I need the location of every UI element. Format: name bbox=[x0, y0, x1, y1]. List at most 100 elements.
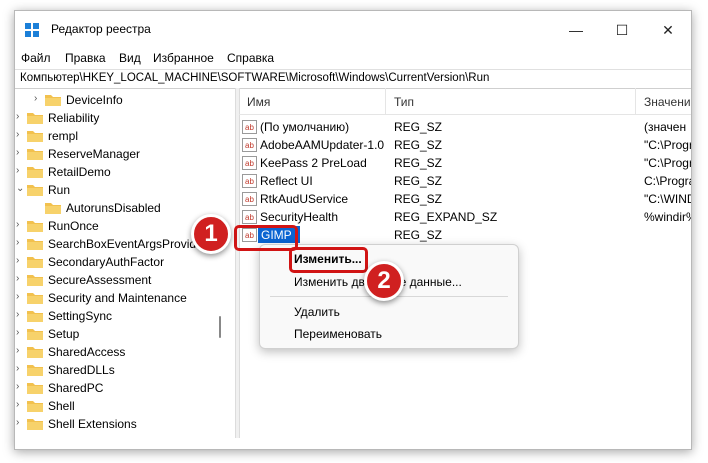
tree-item-label: Security and Maintenance bbox=[48, 291, 187, 305]
header-name[interactable]: Имя bbox=[247, 95, 270, 109]
value-data: %windir% bbox=[644, 210, 691, 224]
modify-highlight bbox=[289, 247, 368, 273]
address-bar[interactable]: Компьютер\HKEY_LOCAL_MACHINE\SOFTWARE\Mi… bbox=[15, 69, 691, 89]
value-row[interactable]: ab Reflect UI REG_SZ C:\Progra bbox=[239, 172, 691, 190]
tree-item-label: SettingSync bbox=[48, 309, 113, 323]
tree-item-label: SharedPC bbox=[48, 381, 104, 395]
tree-item[interactable]: › SettingSync bbox=[15, 307, 235, 325]
address-path: Компьютер\HKEY_LOCAL_MACHINE\SOFTWARE\Mi… bbox=[20, 72, 490, 84]
folder-icon bbox=[27, 400, 43, 412]
value-row[interactable]: ab RtkAudUService REG_SZ "C:\WIND bbox=[239, 190, 691, 208]
chevron-right-icon[interactable]: › bbox=[16, 399, 19, 410]
chevron-right-icon[interactable]: › bbox=[16, 327, 19, 338]
tree-item[interactable]: › RetailDemo bbox=[15, 163, 235, 181]
chevron-right-icon[interactable]: › bbox=[34, 93, 37, 104]
chevron-right-icon[interactable]: › bbox=[16, 273, 19, 284]
value-data: (значен bbox=[644, 120, 687, 134]
value-type: REG_SZ bbox=[394, 228, 443, 242]
tree-item-label: SharedAccess bbox=[48, 345, 126, 359]
folder-icon bbox=[45, 202, 61, 214]
tree-item-label: SearchBoxEventArgsProvid bbox=[48, 237, 197, 251]
svg-text:ab: ab bbox=[245, 213, 254, 222]
tree-item[interactable]: › Reliability bbox=[15, 109, 235, 127]
folder-icon bbox=[27, 112, 43, 124]
value-name: SecurityHealth bbox=[260, 210, 339, 224]
chevron-right-icon[interactable]: › bbox=[16, 147, 19, 158]
chevron-right-icon[interactable]: › bbox=[16, 417, 19, 428]
tree-item[interactable]: › Security and Maintenance bbox=[15, 289, 235, 307]
menu-item-delete[interactable]: Удалить bbox=[294, 305, 340, 319]
minimize-button[interactable]: — bbox=[553, 11, 599, 49]
title-bar: Редактор реестра — ☐ ✕ bbox=[15, 11, 691, 49]
tree-item-label: ReserveManager bbox=[48, 147, 141, 161]
chevron-down-icon[interactable]: ⌄ bbox=[16, 183, 24, 194]
folder-icon bbox=[27, 418, 43, 430]
svg-text:ab: ab bbox=[245, 195, 254, 204]
svg-text:ab: ab bbox=[245, 159, 254, 168]
menu-item-rename[interactable]: Переименовать bbox=[294, 327, 382, 341]
tree-item[interactable]: › rempl bbox=[15, 127, 235, 145]
tree-scrollbar[interactable] bbox=[219, 316, 221, 338]
chevron-right-icon[interactable]: › bbox=[16, 345, 19, 356]
menu-favorites[interactable]: Избранное bbox=[153, 51, 214, 65]
string-value-icon: ab bbox=[242, 120, 257, 134]
tree-item[interactable]: › SecondaryAuthFactor bbox=[15, 253, 235, 271]
folder-icon bbox=[27, 238, 43, 250]
value-row[interactable]: ab KeePass 2 PreLoad REG_SZ "C:\Progra bbox=[239, 154, 691, 172]
chevron-right-icon[interactable]: › bbox=[16, 237, 19, 248]
value-row[interactable]: ab (По умолчанию) REG_SZ (значен bbox=[239, 118, 691, 136]
folder-icon bbox=[27, 256, 43, 268]
tree-item[interactable]: › SharedDLLs bbox=[15, 361, 235, 379]
folder-icon bbox=[27, 382, 43, 394]
tree-item[interactable]: › Shell bbox=[15, 397, 235, 415]
value-row[interactable]: ab AdobeAAMUpdater-1.0 REG_SZ "C:\Progra bbox=[239, 136, 691, 154]
close-button[interactable]: ✕ bbox=[645, 11, 691, 49]
tree-item[interactable]: › ReserveManager bbox=[15, 145, 235, 163]
tree-item-label: RetailDemo bbox=[48, 165, 111, 179]
chevron-right-icon[interactable]: › bbox=[16, 111, 19, 122]
tree-item-label: AutorunsDisabled bbox=[66, 201, 161, 215]
tree-item[interactable]: › Setup bbox=[15, 325, 235, 343]
string-value-icon: ab bbox=[242, 156, 257, 170]
column-separator[interactable] bbox=[385, 88, 386, 114]
header-type[interactable]: Тип bbox=[394, 95, 414, 109]
chevron-right-icon[interactable]: › bbox=[16, 255, 19, 266]
chevron-right-icon[interactable]: › bbox=[16, 129, 19, 140]
value-type: REG_SZ bbox=[394, 120, 443, 134]
tree-item[interactable]: › Shell Extensions bbox=[15, 415, 235, 433]
chevron-right-icon[interactable]: › bbox=[16, 219, 19, 230]
list-header: Имя Тип Значение bbox=[239, 88, 691, 115]
maximize-button[interactable]: ☐ bbox=[599, 11, 645, 49]
column-separator[interactable] bbox=[635, 88, 636, 114]
string-value-icon: ab bbox=[242, 192, 257, 206]
header-data[interactable]: Значение bbox=[644, 95, 691, 109]
menu-help[interactable]: Справка bbox=[227, 51, 274, 65]
tree-item[interactable]: ⌄ Run bbox=[15, 181, 235, 199]
chevron-right-icon[interactable]: › bbox=[16, 309, 19, 320]
folder-icon bbox=[27, 166, 43, 178]
tree-item[interactable]: › SecureAssessment bbox=[15, 271, 235, 289]
registry-editor-icon bbox=[25, 23, 39, 37]
step-badge-2: 2 bbox=[364, 261, 404, 301]
value-type: REG_SZ bbox=[394, 156, 443, 170]
tree-item[interactable]: › SharedPC bbox=[15, 379, 235, 397]
chevron-right-icon[interactable]: › bbox=[16, 381, 19, 392]
value-type: REG_SZ bbox=[394, 138, 443, 152]
tree-item[interactable]: › DeviceInfo bbox=[15, 91, 235, 109]
value-row[interactable]: ab SecurityHealth REG_EXPAND_SZ %windir% bbox=[239, 208, 691, 226]
chevron-right-icon[interactable]: › bbox=[16, 165, 19, 176]
menu-edit[interactable]: Правка bbox=[65, 51, 106, 65]
folder-icon bbox=[27, 220, 43, 232]
chevron-right-icon[interactable]: › bbox=[16, 291, 19, 302]
chevron-right-icon[interactable]: › bbox=[16, 363, 19, 374]
step-badge-1: 1 bbox=[191, 214, 231, 254]
value-row[interactable]: ab GIMP REG_SZ bbox=[239, 226, 691, 244]
menu-view[interactable]: Вид bbox=[119, 51, 141, 65]
folder-icon bbox=[27, 310, 43, 322]
tree-item-label: Shell bbox=[48, 399, 75, 413]
tree-item[interactable]: › SharedAccess bbox=[15, 343, 235, 361]
tree-item[interactable]: AutorunsDisabled bbox=[15, 199, 235, 217]
menu-file[interactable]: Файл bbox=[21, 51, 51, 65]
tree-item-label: Reliability bbox=[48, 111, 100, 125]
tree-item-label: DeviceInfo bbox=[66, 93, 123, 107]
